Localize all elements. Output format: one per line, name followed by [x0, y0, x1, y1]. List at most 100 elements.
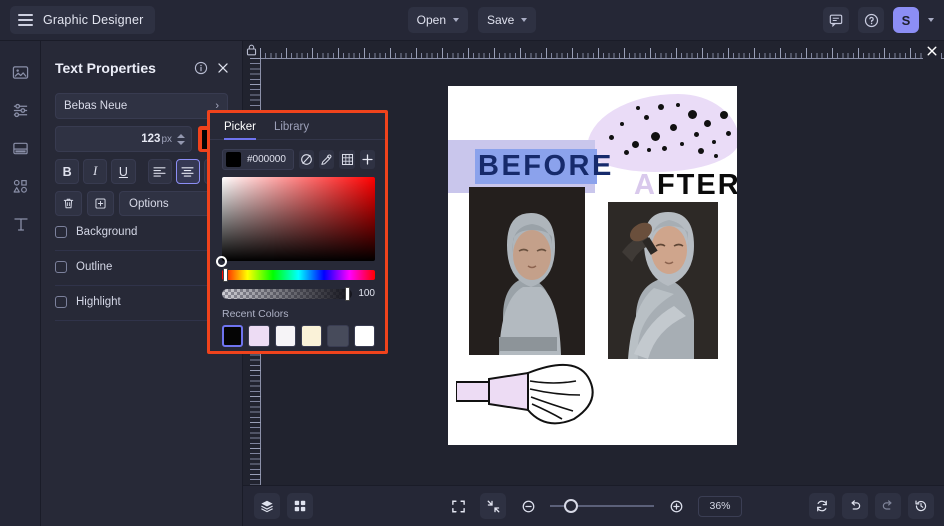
underline-button[interactable]: U — [111, 159, 136, 184]
font-size-stepper[interactable] — [177, 133, 187, 145]
layers-icon[interactable] — [254, 493, 280, 519]
alpha-row: 100 — [222, 286, 375, 301]
sidebar-item-shapes[interactable] — [0, 167, 41, 205]
undo-icon[interactable] — [842, 493, 868, 519]
grid-icon[interactable] — [339, 150, 355, 169]
slider-knob[interactable] — [564, 499, 578, 513]
duplicate-icon — [95, 198, 106, 209]
chevron-down-icon — [521, 18, 528, 22]
highlight-checkbox[interactable] — [55, 296, 67, 308]
toggle-background[interactable]: Background — [55, 226, 228, 251]
sidebar-item-adjust[interactable] — [0, 91, 41, 129]
account-chevron-down-icon[interactable] — [928, 18, 934, 22]
brand-button[interactable]: Graphic Designer — [10, 6, 156, 34]
open-label: Open — [416, 13, 446, 27]
background-checkbox[interactable] — [55, 226, 67, 238]
font-size-input[interactable]: 123 px — [55, 126, 192, 152]
outline-checkbox[interactable] — [55, 261, 67, 273]
recent-color-swatch[interactable] — [327, 325, 349, 347]
bold-button[interactable]: B — [55, 159, 80, 184]
zoom-level[interactable]: 36% — [698, 495, 742, 517]
recent-color-swatch[interactable] — [274, 325, 297, 347]
hex-value: #000000 — [247, 154, 286, 165]
hex-input[interactable]: #000000 — [222, 149, 294, 170]
italic-button[interactable]: I — [83, 159, 108, 184]
stepper-up-icon[interactable] — [177, 133, 185, 138]
info-circle-icon[interactable] — [194, 61, 208, 75]
alpha-value: 100 — [358, 288, 375, 299]
sv-cursor[interactable] — [216, 256, 227, 267]
sidebar-item-text[interactable] — [0, 205, 41, 243]
toggle-highlight[interactable]: Highlight — [55, 296, 228, 321]
alpha-slider[interactable] — [222, 286, 353, 301]
saturation-value-area[interactable] — [216, 177, 375, 267]
align-left-button[interactable] — [147, 159, 172, 184]
zoom-slider[interactable] — [550, 499, 654, 513]
zoom-in-icon[interactable] — [663, 493, 689, 519]
brush-illustration — [456, 359, 606, 427]
after-text[interactable]: AFTER — [634, 169, 737, 202]
recent-color-swatch[interactable] — [353, 325, 376, 347]
hue-handle[interactable] — [223, 268, 228, 282]
close-icon[interactable] — [216, 61, 230, 75]
font-size-value: 123 — [141, 133, 161, 145]
italic-label: I — [93, 164, 98, 178]
fit-screen-icon[interactable] — [445, 493, 471, 519]
avatar[interactable]: S — [893, 7, 919, 33]
recent-colors-label: Recent Colors — [222, 308, 289, 320]
comment-icon[interactable] — [823, 7, 849, 33]
font-family-select[interactable]: Bebas Neue › — [55, 93, 228, 119]
top-bar: Graphic Designer Open Save S — [0, 0, 944, 41]
hue-slider[interactable] — [222, 268, 375, 282]
ruler-horizontal[interactable] — [260, 48, 944, 59]
eyedropper-icon[interactable] — [319, 150, 335, 169]
no-color-icon[interactable] — [298, 150, 315, 169]
before-photo[interactable] — [469, 187, 585, 355]
tab-library[interactable]: Library — [274, 121, 309, 140]
toggle-outline[interactable]: Outline — [55, 261, 228, 286]
refresh-icon[interactable] — [809, 493, 835, 519]
artboard[interactable]: BEFORE AFTER — [448, 86, 737, 445]
plus-icon[interactable] — [359, 150, 375, 169]
alpha-handle[interactable] — [345, 286, 351, 301]
zoom-out-icon[interactable] — [515, 493, 541, 519]
stepper-down-icon[interactable] — [177, 140, 185, 145]
redo-icon[interactable] — [875, 493, 901, 519]
open-button[interactable]: Open — [407, 7, 468, 33]
close-icon[interactable] — [923, 42, 941, 60]
align-left-icon — [153, 167, 166, 177]
collapse-icon[interactable] — [480, 493, 506, 519]
align-center-button[interactable] — [175, 159, 200, 184]
help-circle-icon[interactable] — [858, 7, 884, 33]
top-right-actions: S — [823, 7, 934, 33]
trash-icon — [63, 198, 74, 209]
zoom-controls: 36% — [394, 493, 794, 519]
bold-label: B — [62, 164, 72, 179]
save-label: Save — [487, 13, 515, 27]
grid-view-icon[interactable] — [287, 493, 313, 519]
recent-color-swatch[interactable] — [248, 325, 270, 347]
text-action-buttons: Options — [55, 191, 228, 216]
page-title: Text Properties — [55, 60, 156, 76]
hamburger-menu-icon[interactable] — [18, 14, 33, 26]
lock-icon[interactable] — [243, 41, 260, 58]
recent-color-swatch[interactable] — [222, 325, 244, 347]
history-icon[interactable] — [908, 493, 934, 519]
sidebar-item-layout[interactable] — [0, 129, 41, 167]
sidebar-item-images[interactable] — [0, 53, 41, 91]
align-center-icon — [181, 167, 194, 177]
color-picker-popup[interactable]: Picker Library #000000 100 Recent Colors — [207, 110, 388, 354]
recent-color-swatch[interactable] — [301, 325, 323, 347]
tab-picker[interactable]: Picker — [224, 121, 256, 140]
before-text[interactable]: BEFORE — [478, 150, 611, 183]
text-style-buttons: B I U — [55, 159, 229, 184]
canvas-area[interactable]: BEFORE AFTER Picker Library #000000 100 … — [207, 41, 944, 526]
outline-label: Outline — [76, 261, 113, 273]
delete-button[interactable] — [55, 191, 82, 216]
after-photo[interactable] — [608, 202, 718, 359]
highlight-label: Highlight — [76, 296, 121, 308]
picker-tabs: Picker Library — [210, 113, 385, 140]
save-button[interactable]: Save — [478, 7, 537, 33]
duplicate-button[interactable] — [87, 191, 114, 216]
underline-label: U — [118, 164, 128, 179]
